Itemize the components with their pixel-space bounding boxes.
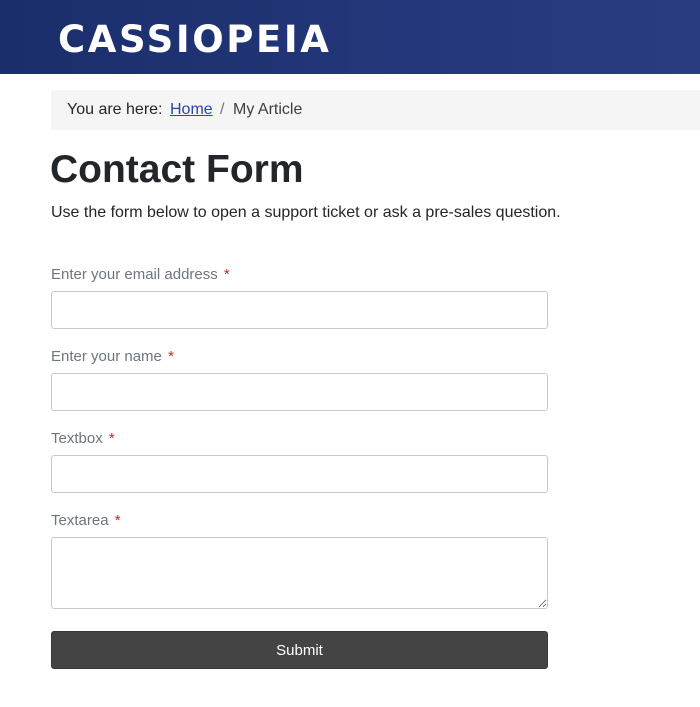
breadcrumb-current: My Article	[233, 101, 303, 118]
site-header: CASSIOPEIA	[0, 0, 700, 74]
email-label: Enter your email address *	[51, 265, 230, 285]
textbox-field[interactable]	[51, 455, 548, 493]
name-field[interactable]	[51, 373, 548, 411]
page-intro: Use the form below to open a support tic…	[51, 204, 561, 221]
required-marker: *	[108, 430, 115, 447]
textarea-field[interactable]	[51, 537, 548, 609]
required-marker: *	[114, 512, 121, 529]
name-label: Enter your name *	[51, 347, 174, 367]
breadcrumb-separator: /	[220, 101, 225, 118]
breadcrumb-home-link[interactable]: Home	[170, 90, 213, 130]
site-logo[interactable]: CASSIOPEIA	[58, 15, 331, 65]
email-label-text: Enter your email address	[51, 266, 218, 283]
breadcrumb: You are here: Home / My Article	[51, 90, 700, 130]
email-field[interactable]	[51, 291, 548, 329]
name-label-text: Enter your name	[51, 348, 162, 365]
textbox-label: Textbox *	[51, 429, 115, 449]
textarea-label: Textarea *	[51, 511, 121, 531]
submit-button[interactable]: Submit	[51, 631, 548, 669]
breadcrumb-prefix: You are here:	[67, 101, 163, 118]
required-marker: *	[223, 266, 230, 283]
page-title: Contact Form	[50, 148, 304, 191]
required-marker: *	[168, 348, 174, 365]
textbox-label-text: Textbox	[51, 430, 103, 447]
textarea-label-text: Textarea	[51, 512, 109, 529]
